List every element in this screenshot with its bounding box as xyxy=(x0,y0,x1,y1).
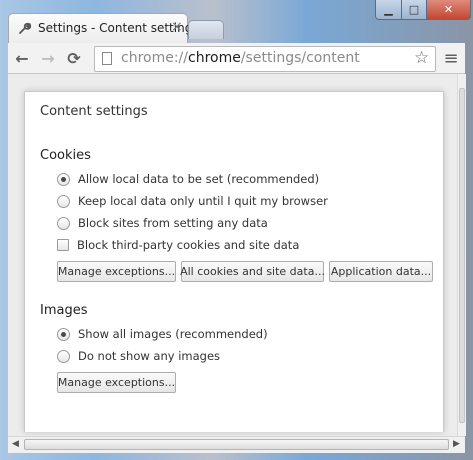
tab-content-settings[interactable]: Settings - Content settings × xyxy=(8,13,199,44)
hamburger-menu-icon: ≡ xyxy=(443,47,459,69)
bookmark-star-icon[interactable]: ☆ xyxy=(414,48,429,68)
scroll-left-icon[interactable]: ◀ xyxy=(12,439,19,449)
back-arrow-icon: ← xyxy=(15,48,29,68)
horizontal-scrollbar[interactable]: ◀ ▶ xyxy=(8,436,465,453)
close-window-button[interactable]: ✕ xyxy=(426,0,471,20)
all-cookies-button[interactable]: All cookies and site data... xyxy=(180,261,325,282)
reload-icon: ⟳ xyxy=(67,48,81,68)
block-third-party-checkbox[interactable]: Block third-party cookies and site data xyxy=(57,236,299,254)
application-data-button[interactable]: Application data... xyxy=(329,261,433,282)
cookie-option-allow[interactable]: Allow local data to be set (recommended) xyxy=(57,170,319,188)
page-icon xyxy=(102,52,112,65)
url-text: chrome://chrome/settings/content xyxy=(121,50,360,66)
new-tab-button[interactable] xyxy=(188,20,224,39)
vertical-scroll-thumb[interactable] xyxy=(459,88,465,423)
minimize-icon: ▁ xyxy=(384,3,393,16)
scroll-right-icon[interactable]: ▶ xyxy=(453,439,460,449)
forward-button[interactable]: → xyxy=(38,48,58,68)
cookie-option-keep-until-quit[interactable]: Keep local data only until I quit my bro… xyxy=(57,192,328,210)
option-label: Block sites from setting any data xyxy=(78,216,268,230)
page-title: Content settings xyxy=(40,104,148,119)
radio-button[interactable] xyxy=(57,349,70,363)
images-heading: Images xyxy=(40,303,88,318)
wrench-icon xyxy=(18,21,32,35)
minimize-button[interactable]: ▁ xyxy=(375,0,402,20)
radio-button[interactable] xyxy=(57,216,70,230)
radio-button[interactable] xyxy=(57,172,70,186)
back-button[interactable]: ← xyxy=(12,48,32,68)
option-label: Do not show any images xyxy=(78,349,221,363)
horizontal-scroll-thumb[interactable] xyxy=(24,439,449,450)
option-label: Keep local data only until I quit my bro… xyxy=(78,194,328,208)
close-icon: ✕ xyxy=(443,3,454,16)
cookies-manage-exceptions-button[interactable]: Manage exceptions... xyxy=(57,261,176,282)
page-content: Content settings Cookies Allow local dat… xyxy=(8,74,466,436)
option-label: Allow local data to be set (recommended) xyxy=(78,172,320,186)
checkbox-label: Block third-party cookies and site data xyxy=(77,238,300,252)
content-settings-dialog: Content settings Cookies Allow local dat… xyxy=(24,91,444,432)
forward-arrow-icon: → xyxy=(41,48,55,68)
tab-close-icon[interactable]: × xyxy=(171,19,183,35)
maximize-icon: □ xyxy=(408,3,420,16)
address-bar[interactable]: chrome://chrome/settings/content ☆ xyxy=(94,46,436,72)
checkbox[interactable] xyxy=(57,239,69,251)
reload-button[interactable]: ⟳ xyxy=(64,48,84,68)
toolbar: ← → ⟳ chrome://chrome/settings/content ☆… xyxy=(8,43,465,74)
images-option-show-all[interactable]: Show all images (recommended) xyxy=(57,325,268,343)
cookie-option-block[interactable]: Block sites from setting any data xyxy=(57,214,268,232)
option-label: Show all images (recommended) xyxy=(78,327,268,341)
vertical-scrollbar[interactable] xyxy=(457,74,466,436)
radio-button[interactable] xyxy=(57,327,70,341)
images-manage-exceptions-button[interactable]: Manage exceptions... xyxy=(57,372,176,393)
menu-button[interactable]: ≡ xyxy=(441,47,461,69)
cookies-heading: Cookies xyxy=(40,148,91,163)
tab-strip: Settings - Content settings × ▁ □ ✕ xyxy=(0,0,473,44)
images-option-show-none[interactable]: Do not show any images xyxy=(57,347,220,365)
radio-button[interactable] xyxy=(57,194,70,208)
maximize-button[interactable]: □ xyxy=(401,0,427,20)
